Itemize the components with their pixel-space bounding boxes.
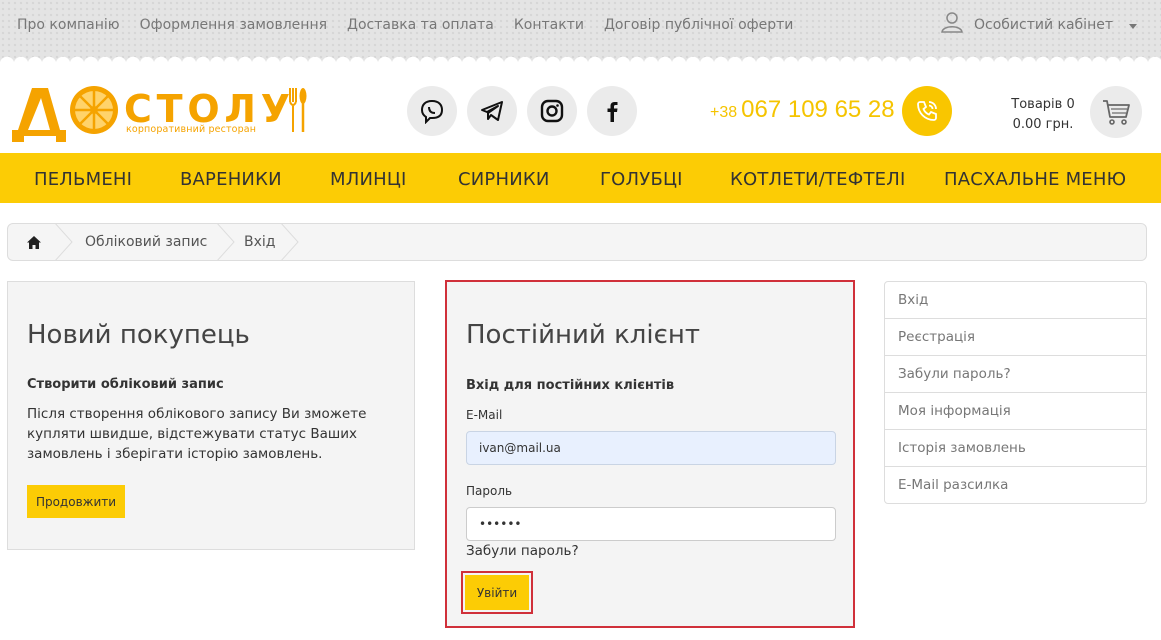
viber-icon[interactable] bbox=[407, 86, 457, 136]
topnav-checkout[interactable]: Оформлення замовлення bbox=[140, 17, 327, 33]
menu-item-mlyntsi[interactable]: МЛИНЦІ bbox=[330, 169, 407, 190]
login-button-highlight: Увійти bbox=[461, 571, 533, 614]
new-customer-text: Після створення облікового запису Ви змо… bbox=[27, 404, 366, 464]
menu-item-syrnyky[interactable]: СИРНИКИ bbox=[458, 169, 550, 190]
home-icon bbox=[27, 235, 41, 249]
instagram-icon[interactable] bbox=[527, 86, 577, 136]
menu-item-easter[interactable]: ПАСХАЛЬНЕ МЕНЮ bbox=[944, 169, 1126, 190]
sidebar-item-forgot[interactable]: Забули пароль? bbox=[885, 356, 1146, 393]
sidebar-item-register[interactable]: Реєстрація bbox=[885, 319, 1146, 356]
breadcrumb-separator bbox=[281, 224, 299, 260]
cart-count: Товарів 0 bbox=[1011, 97, 1075, 112]
sidebar-item-orders[interactable]: Історія замовлень bbox=[885, 430, 1146, 467]
password-field[interactable] bbox=[466, 507, 836, 541]
main-menu: ПЕЛЬМЕНІ ВАРЕНИКИ МЛИНЦІ СИРНИКИ ГОЛУБЦІ… bbox=[0, 153, 1161, 203]
new-customer-title: Новий покупець bbox=[27, 320, 250, 350]
sidebar-item-login[interactable]: Вхід bbox=[885, 282, 1146, 319]
returning-customer-panel: Постійний клієнт Вхід для постійних кліє… bbox=[445, 280, 855, 628]
breadcrumb-home[interactable] bbox=[27, 224, 41, 260]
telegram-icon[interactable] bbox=[467, 86, 517, 136]
topnav-offer[interactable]: Договір публічної оферти bbox=[604, 17, 793, 33]
call-button[interactable] bbox=[902, 86, 952, 136]
cart-total: 0.00 грн. bbox=[1012, 117, 1074, 132]
topnav-about[interactable]: Про компанію bbox=[17, 17, 120, 33]
email-field[interactable] bbox=[466, 431, 836, 465]
facebook-icon[interactable] bbox=[587, 86, 637, 136]
top-bar-edge bbox=[0, 50, 1161, 64]
top-nav: Про компанію Оформлення замовлення Доста… bbox=[17, 17, 813, 33]
text-line: купляти швидше, відстежувати статус Ваши… bbox=[27, 426, 358, 442]
text-line: замовлень і зберігати історію замовлень. bbox=[27, 446, 323, 462]
cart-summary[interactable]: Товарів 0 0.00 грн. bbox=[1000, 95, 1086, 135]
menu-item-pelmeni[interactable]: ПЕЛЬМЕНІ bbox=[34, 169, 132, 190]
social-links bbox=[407, 86, 637, 136]
phone-digits: 067 109 65 28 bbox=[741, 96, 895, 123]
new-customer-panel: Новий покупець Створити обліковий запис … bbox=[7, 281, 415, 550]
chevron-down-icon bbox=[1129, 24, 1137, 29]
svg-text:корпоративний ресторан: корпоративний ресторан bbox=[126, 124, 256, 135]
breadcrumb: Обліковий запис Вхід bbox=[7, 223, 1147, 261]
account-label: Особистий кабінет bbox=[974, 16, 1113, 33]
new-customer-subtitle: Створити обліковий запис bbox=[27, 377, 224, 392]
password-label: Пароль bbox=[466, 484, 513, 498]
breadcrumb-account[interactable]: Обліковий запис bbox=[85, 224, 207, 260]
cart-icon bbox=[1103, 100, 1130, 125]
continue-button[interactable]: Продовжити bbox=[27, 485, 125, 518]
text-line: Після створення облікового запису Ви змо… bbox=[27, 406, 367, 422]
logo[interactable]: СТОЛУ корпоративний ресторан bbox=[10, 82, 310, 146]
phone-number[interactable]: +38 067 109 65 28 bbox=[710, 96, 895, 124]
breadcrumb-separator bbox=[55, 224, 73, 260]
cart-button[interactable] bbox=[1090, 86, 1142, 138]
returning-customer-title: Постійний клієнт bbox=[466, 320, 701, 350]
forgot-password-link[interactable]: Забули пароль? bbox=[466, 543, 579, 559]
email-label: E-Mail bbox=[466, 408, 503, 422]
phone-icon bbox=[917, 101, 937, 121]
menu-item-kotlety[interactable]: КОТЛЕТИ/ТЕФТЕЛІ bbox=[730, 169, 905, 190]
login-button[interactable]: Увійти bbox=[465, 575, 529, 610]
user-icon bbox=[940, 10, 964, 39]
topnav-delivery[interactable]: Доставка та оплата bbox=[347, 17, 494, 33]
sidebar-item-newsletter[interactable]: E-Mail разсилка bbox=[885, 467, 1146, 503]
account-menu[interactable]: Особистий кабінет bbox=[940, 10, 1137, 39]
breadcrumb-login[interactable]: Вхід bbox=[244, 224, 275, 260]
account-sidebar: Вхід Реєстрація Забули пароль? Моя інфор… bbox=[884, 281, 1147, 504]
returning-customer-subtitle: Вхід для постійних клієнтів bbox=[466, 378, 675, 393]
menu-item-holubtsi[interactable]: ГОЛУБЦІ bbox=[600, 169, 683, 190]
breadcrumb-separator bbox=[217, 224, 235, 260]
topnav-contacts[interactable]: Контакти bbox=[514, 17, 584, 33]
phone-code: +38 bbox=[710, 104, 738, 121]
sidebar-item-my-info[interactable]: Моя інформація bbox=[885, 393, 1146, 430]
menu-item-varenyky[interactable]: ВАРЕНИКИ bbox=[180, 169, 282, 190]
